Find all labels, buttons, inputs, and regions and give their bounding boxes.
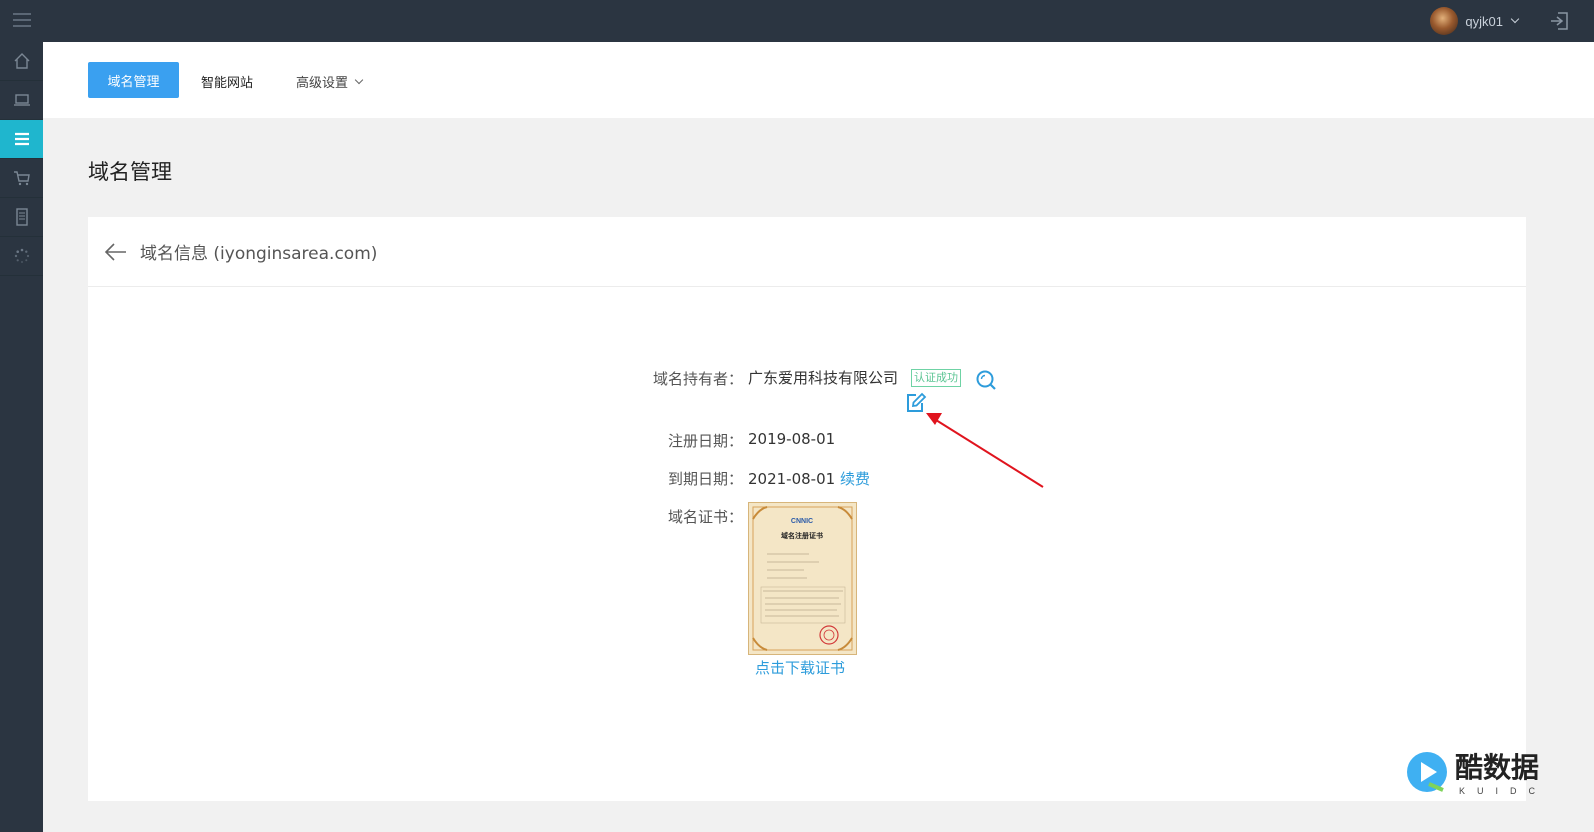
avatar[interactable] [1430,7,1459,35]
page-title: 域名管理 [88,160,172,184]
verified-badge: 认证成功 [911,369,961,387]
register-date-value: 2019-08-01 [748,430,836,448]
owner-label: 域名持有者： [652,370,743,388]
card-title: 域名信息 (iyonginsarea.com) [140,244,378,264]
renew-link[interactable]: 续费 [840,470,870,488]
watermark-logo-icon [1407,752,1447,792]
tab-smart-website[interactable]: 智能网站 [201,72,253,91]
tab-domain-management[interactable]: 域名管理 [88,62,179,98]
loading-icon [14,248,29,263]
card-header: 域名信息 (iyonginsarea.com) [88,217,1526,287]
register-date-label: 注册日期： [667,432,743,450]
certificate-image: CNNIC 域名注册证书 [752,506,853,651]
certificate-thumbnail[interactable]: CNNIC 域名注册证书 [748,502,857,655]
edit-icon[interactable] [905,392,927,414]
cart-icon [13,171,30,186]
expire-date-text: 2021-08-01 [748,470,836,488]
cert-title-text: 域名注册证书 [781,531,823,540]
chevron-down-icon[interactable] [1510,14,1520,24]
sidebar-item-invoices[interactable] [0,198,43,237]
watermark-text: 酷数据 [1455,751,1540,784]
sidebar [0,42,43,832]
watermark-subtext: KUIDC [1459,786,1548,796]
certificate-label: 域名证书： [667,508,743,526]
user-menu[interactable]: qyjk01 [1430,6,1520,36]
download-certificate-link[interactable]: 点击下载证书 [755,657,845,678]
chevron-down-icon [354,75,364,84]
watermark: 酷数据 KUIDC [1401,742,1551,802]
sidebar-item-hosting[interactable] [0,81,43,120]
document-icon [15,208,28,226]
logout-icon[interactable] [1550,12,1570,30]
domain-info-card: 域名信息 (iyonginsarea.com) 域名持有者： 广东爱用科技有限公… [88,217,1526,801]
search-icon[interactable] [975,369,997,391]
owner-value: 广东爱用科技有限公司 [748,369,899,387]
sidebar-item-more[interactable] [0,237,43,276]
tab-advanced-settings-label: 高级设置 [296,76,349,91]
username[interactable]: qyjk01 [1465,14,1503,29]
tab-advanced-settings[interactable]: 高级设置 [296,72,364,91]
expire-date-label: 到期日期： [667,470,743,488]
sidebar-item-domains[interactable] [0,120,43,159]
sidebar-item-home[interactable] [0,42,43,81]
cert-logo-text: CNNIC [791,518,813,525]
back-arrow-icon[interactable] [104,242,128,262]
sidebar-item-orders[interactable] [0,159,43,198]
top-bar: qyjk01 [0,0,1594,42]
home-icon [14,53,29,69]
list-icon [14,132,29,146]
menu-toggle-icon[interactable] [13,13,31,29]
top-nav: 域名管理 智能网站 高级设置 [43,42,1594,118]
expire-date-value: 2021-08-01 续费 [748,468,870,489]
laptop-icon [13,94,30,106]
